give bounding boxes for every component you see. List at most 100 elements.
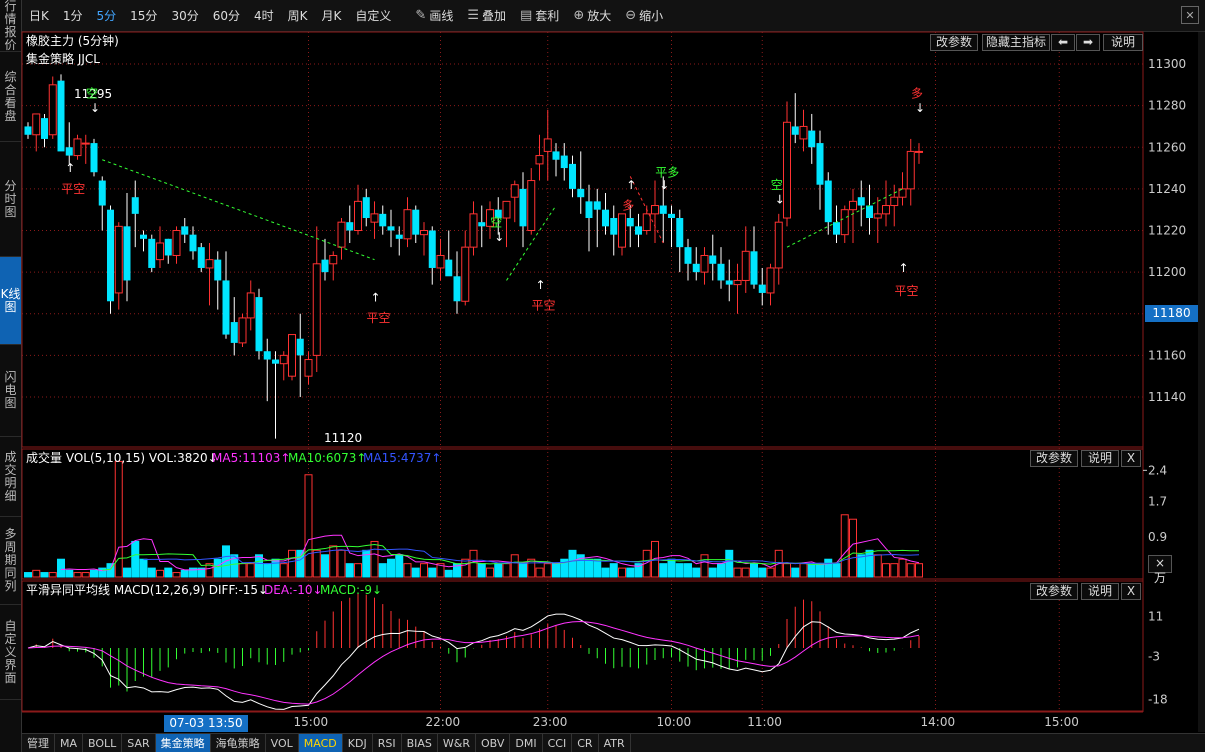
volume-bar (486, 567, 494, 578)
volume-bar (420, 563, 428, 578)
volume-bar (816, 563, 824, 578)
volume-bar (345, 563, 354, 578)
candle-up (543, 138, 552, 152)
volume-bar (750, 563, 758, 578)
arrow-left-icon[interactable]: ⬅ (1051, 34, 1075, 51)
indicator-tab-3[interactable]: SAR (122, 734, 156, 752)
indicator-tab-0[interactable]: 管理 (22, 734, 55, 752)
vol-params-button[interactable]: 改参数 (1030, 450, 1078, 467)
volume-bar (915, 563, 923, 578)
indicator-tab-16[interactable]: ATR (599, 734, 631, 752)
indicator-tab-7[interactable]: MACD (298, 734, 343, 752)
volume-bar (618, 567, 626, 578)
indicator-tab-15[interactable]: CR (572, 734, 599, 752)
volume-bar (890, 563, 899, 578)
indicator-tab-6[interactable]: VOL (266, 734, 299, 752)
macd-params-button[interactable]: 改参数 (1030, 583, 1078, 600)
volume-bar (304, 474, 313, 578)
volume-bar (783, 563, 791, 578)
main-params-button[interactable]: 改参数 (930, 34, 978, 51)
volume-bar (568, 549, 577, 578)
volume-bar (692, 567, 701, 578)
volume-bar (354, 563, 362, 578)
candle-up (32, 113, 41, 136)
volume-bar (57, 558, 65, 578)
scrollbar[interactable] (1198, 32, 1205, 732)
volume-bar (370, 540, 379, 578)
indicator-tab-1[interactable]: MA (55, 734, 84, 752)
candle-down (181, 226, 189, 235)
volume-bar (81, 572, 90, 578)
volume-bar (411, 567, 420, 578)
volume-bar (552, 563, 560, 578)
volume-bar (65, 569, 74, 578)
volume-bar (519, 563, 527, 578)
main-help-button[interactable]: 说明 (1103, 34, 1143, 51)
candle-down (593, 201, 601, 210)
indicator-tab-12[interactable]: OBV (476, 734, 511, 752)
volume-bar (708, 567, 717, 578)
macd-help-button[interactable]: 说明 (1081, 583, 1119, 600)
indicator-tab-10[interactable]: BIAS (402, 734, 438, 752)
candle-up (849, 200, 857, 211)
arrow-up-icon: ↑ (65, 161, 75, 175)
candle-down (412, 209, 420, 235)
candle-down (255, 297, 263, 352)
volume-bar (403, 563, 412, 578)
candle-down (57, 80, 65, 152)
arrow-right-icon[interactable]: ➡ (1076, 34, 1100, 51)
macd-value-label: MACD:-9↓ (320, 583, 382, 597)
volume-bar (172, 572, 181, 578)
volume-bar (502, 563, 511, 578)
indicator-tab-2[interactable]: BOLL (83, 734, 123, 752)
candle-down (90, 143, 98, 173)
candle-up (651, 205, 659, 215)
candle-up (304, 359, 313, 377)
volume-bar (807, 563, 816, 578)
macd-close-button[interactable]: X (1121, 583, 1141, 600)
candle-down (164, 238, 172, 256)
candle-down (453, 276, 461, 302)
indicator-tab-8[interactable]: KDJ (343, 734, 373, 752)
vol-help-button[interactable]: 说明 (1081, 450, 1119, 467)
volume-bar (659, 563, 668, 578)
candle-down (140, 234, 147, 239)
candle-down (445, 259, 453, 277)
candle-down (428, 230, 436, 268)
volume-bar (263, 563, 272, 578)
volume-bar (279, 563, 288, 578)
volume-bar (535, 567, 544, 578)
candle-up (114, 225, 123, 294)
hide-main-indicator-button[interactable]: 隐藏主指标 (982, 34, 1050, 51)
volume-bar (139, 558, 148, 578)
indicator-tab-11[interactable]: W&R (438, 734, 476, 752)
candle-up (73, 138, 82, 157)
indicator-tab-9[interactable]: RSI (373, 734, 402, 752)
candle-up (329, 254, 338, 265)
candle-up (337, 221, 346, 248)
volume-bar (626, 567, 635, 578)
volume-bar (733, 567, 742, 578)
indicator-tab-5[interactable]: 海龟策略 (211, 734, 266, 752)
candle-up (403, 209, 412, 240)
volume-bar (32, 569, 41, 578)
price-tick-label: 11160 (1148, 348, 1186, 362)
candle-down (230, 322, 238, 343)
vol-close-button[interactable]: X (1121, 450, 1141, 467)
candle-down (98, 180, 106, 206)
candle-up (840, 209, 849, 236)
indicator-tab-14[interactable]: CCI (543, 734, 573, 752)
candle-down (41, 118, 48, 139)
main-title: 橡胶主力 (5分钟) (26, 33, 119, 48)
candle-down (866, 205, 873, 219)
candle-down (123, 226, 131, 281)
candle-down (610, 218, 618, 235)
volume-bar (246, 563, 255, 578)
candle-down (758, 284, 766, 293)
indicator-tab-4[interactable]: 集金策略 (155, 734, 211, 752)
price-tick-label: 11200 (1148, 265, 1186, 279)
candle-down (602, 209, 609, 227)
time-tick-label: 23:00 (533, 715, 568, 729)
indicator-tab-13[interactable]: DMI (510, 734, 543, 752)
candle-down (560, 155, 568, 169)
